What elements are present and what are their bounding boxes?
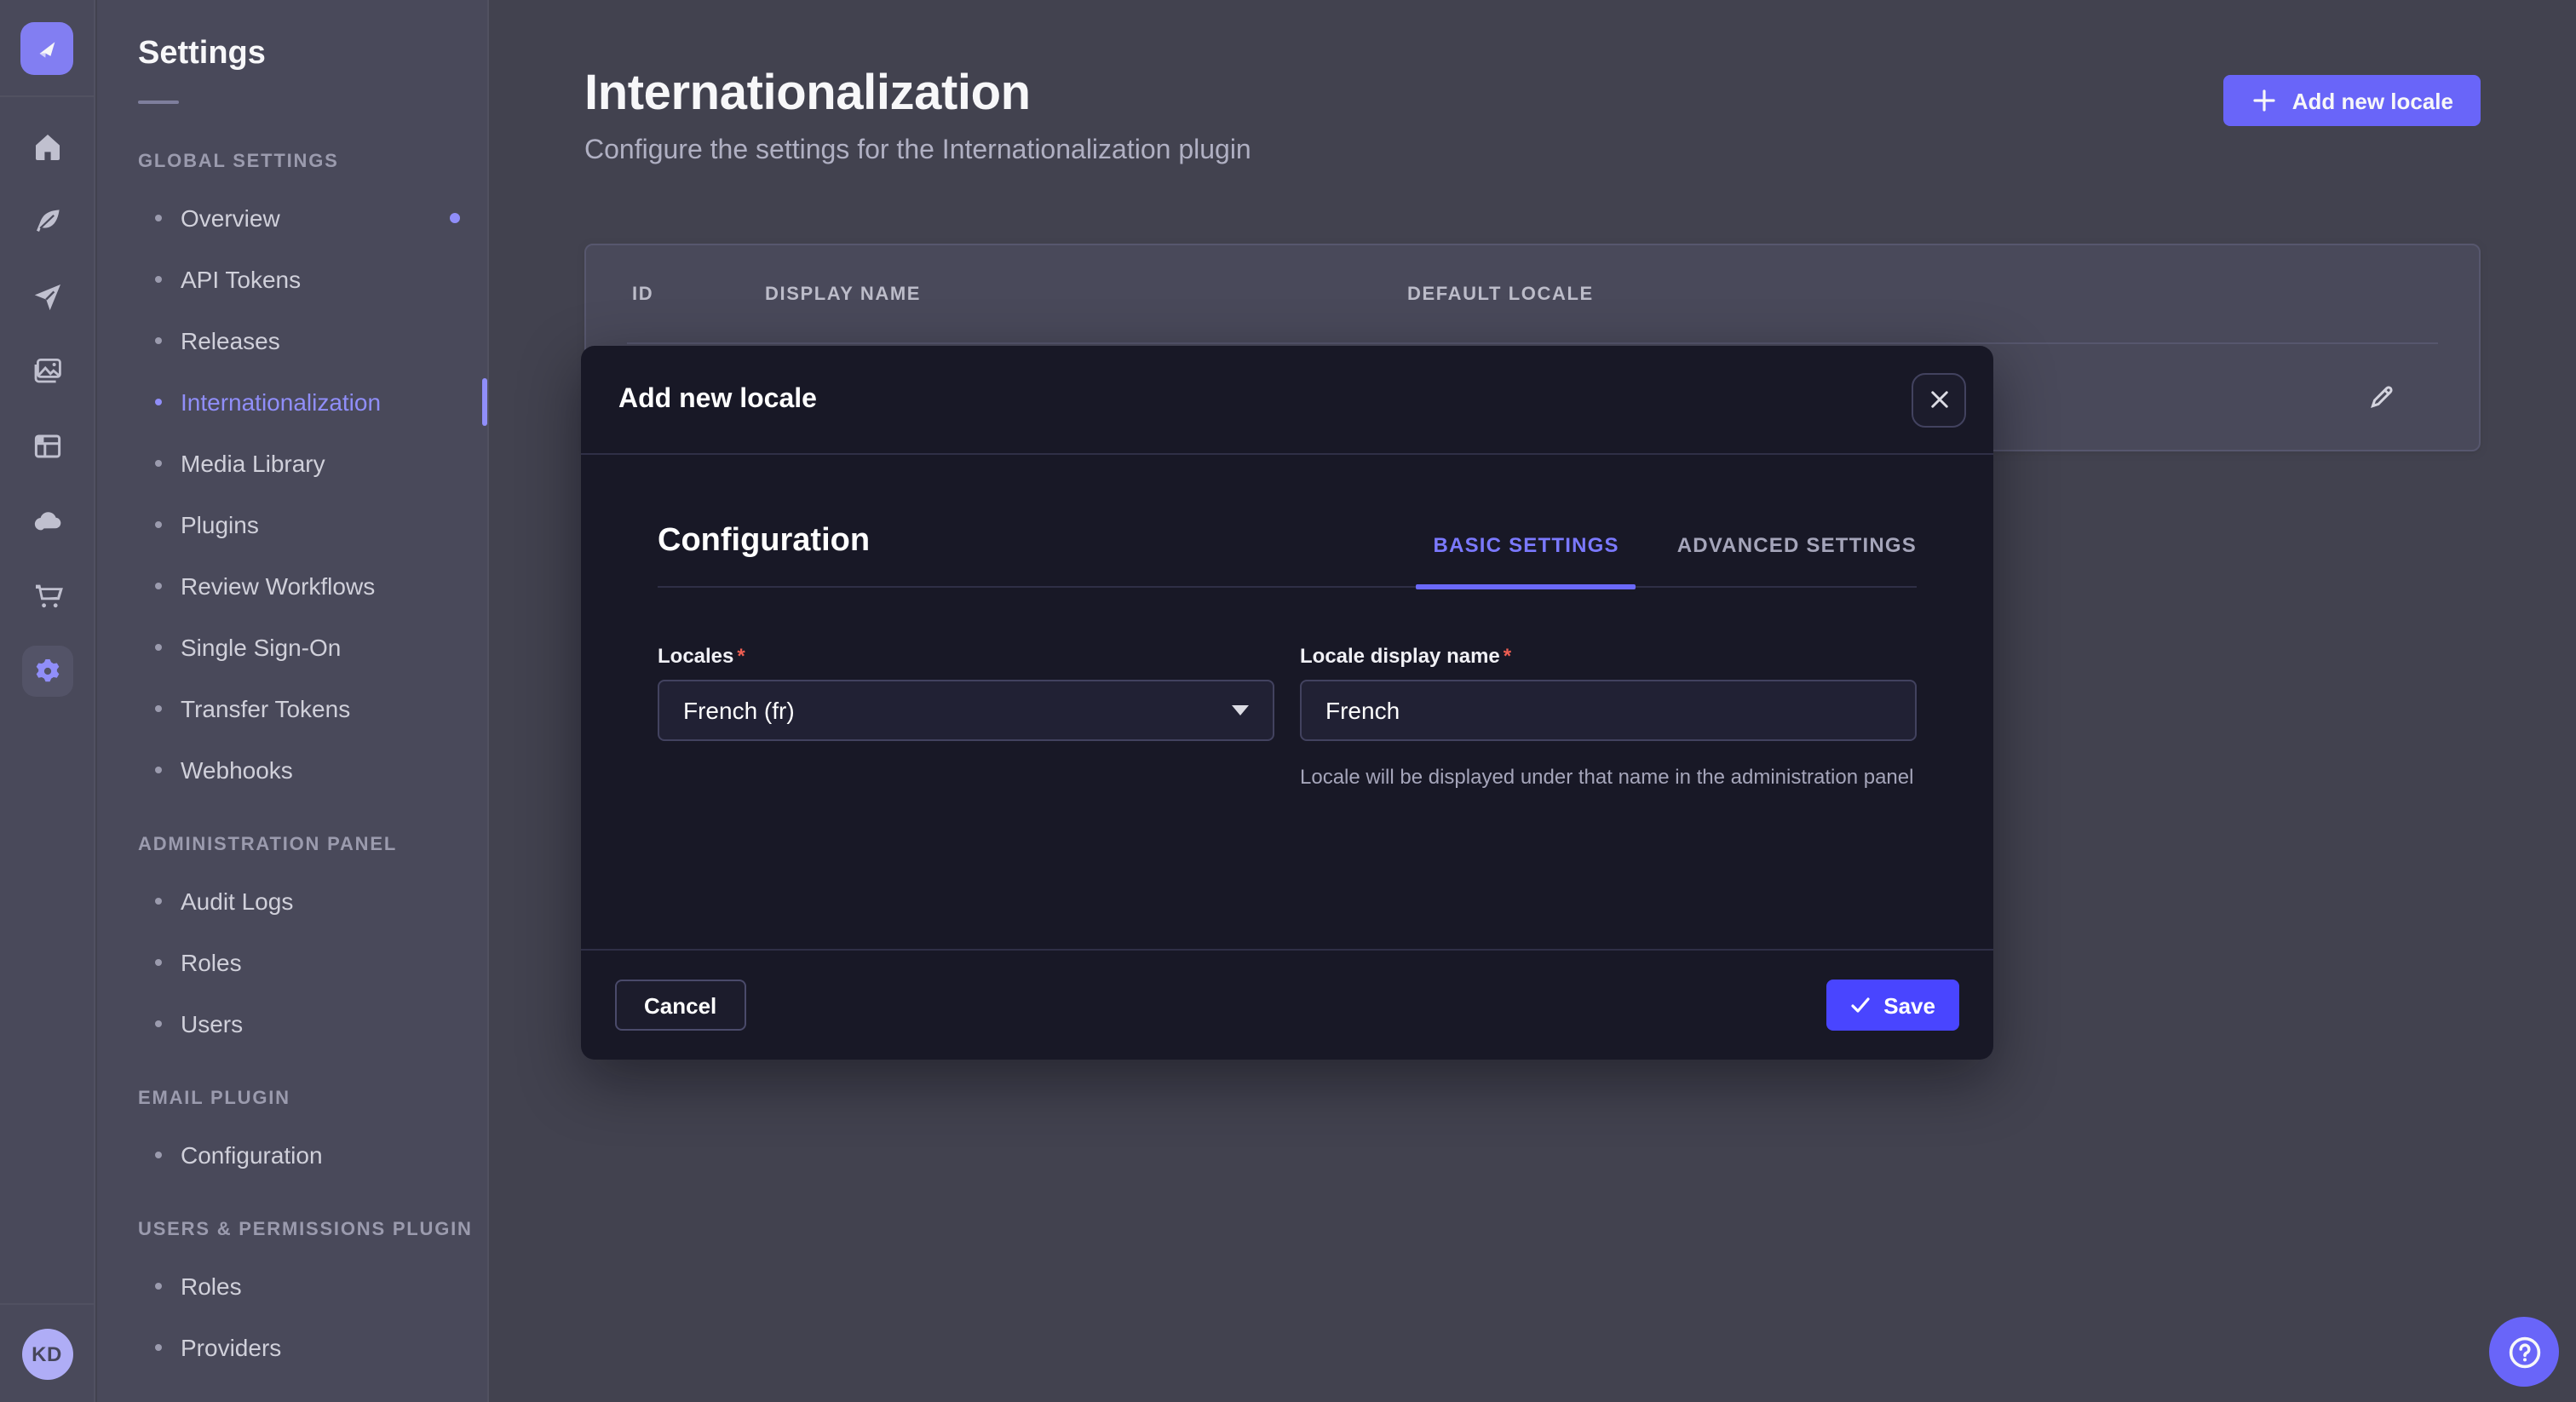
modal-close-button[interactable] — [1912, 372, 1966, 427]
modal-title: Add new locale — [618, 384, 817, 415]
tab-basic-settings[interactable]: BASIC SETTINGS — [1434, 533, 1619, 560]
display-name-input[interactable] — [1300, 680, 1917, 741]
locales-field: Locales* French (fr) — [658, 644, 1274, 790]
configuration-section-head: Configuration BASIC SETTINGS ADVANCED SET… — [658, 523, 1917, 588]
display-name-label-text: Locale display name — [1300, 644, 1500, 668]
app-viewport: KD Settings GLOBAL SETTINGSOverviewAPI T… — [0, 0, 2576, 1402]
add-locale-modal: Add new locale Configuration BASIC SETTI… — [581, 346, 1993, 1060]
locales-label: Locales* — [658, 644, 1274, 668]
modal-body: Configuration BASIC SETTINGS ADVANCED SET… — [581, 455, 1993, 949]
display-name-field: Locale display name* Locale will be disp… — [1300, 644, 1917, 790]
locales-select-value: French (fr) — [683, 697, 795, 724]
modal-footer: Cancel Save — [581, 949, 1993, 1060]
display-name-label: Locale display name* — [1300, 644, 1917, 668]
locale-form-row: Locales* French (fr) Locale display name… — [658, 644, 1917, 790]
locales-select[interactable]: French (fr) — [658, 680, 1274, 741]
locales-label-text: Locales — [658, 644, 733, 668]
required-marker: * — [737, 644, 745, 668]
chevron-down-icon — [1232, 705, 1249, 715]
save-label: Save — [1883, 992, 1935, 1018]
required-marker: * — [1504, 644, 1511, 668]
close-icon — [1929, 390, 1948, 409]
check-icon — [1849, 995, 1870, 1015]
display-name-hint: Locale will be displayed under that name… — [1300, 763, 1917, 790]
configuration-title: Configuration — [658, 523, 870, 560]
cancel-button[interactable]: Cancel — [615, 980, 745, 1031]
settings-tabs: BASIC SETTINGS ADVANCED SETTINGS — [1434, 533, 1917, 560]
modal-header: Add new locale — [581, 346, 1993, 455]
save-button[interactable]: Save — [1826, 980, 1959, 1031]
tab-advanced-settings[interactable]: ADVANCED SETTINGS — [1677, 533, 1917, 560]
